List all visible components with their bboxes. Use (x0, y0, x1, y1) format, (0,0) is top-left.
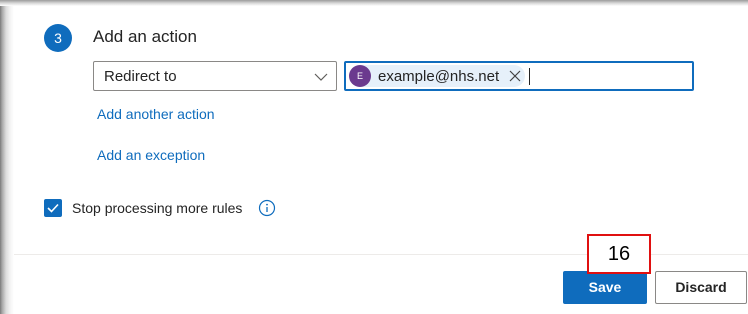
close-icon[interactable] (509, 70, 521, 82)
recipient-input[interactable]: E example@nhs.net (344, 61, 694, 91)
recipient-email: example@nhs.net (378, 68, 500, 85)
save-button[interactable]: Save (563, 271, 647, 304)
action-type-value: Redirect to (104, 68, 177, 85)
step-marker-label: 16 (587, 234, 651, 274)
info-icon[interactable] (258, 199, 276, 217)
chevron-down-icon (314, 73, 328, 81)
rule-editor-panel: 3 Add an action Redirect to E example@nh… (0, 0, 748, 314)
panel-top-shadow (0, 0, 748, 6)
stop-processing-checkbox[interactable] (44, 199, 62, 217)
avatar: E (349, 65, 371, 87)
recipient-pill[interactable]: E example@nhs.net (349, 65, 525, 87)
panel-edge-shadow (0, 0, 14, 314)
step-number-badge: 3 (44, 24, 72, 52)
step-title: Add an action (93, 27, 197, 46)
stop-processing-label: Stop processing more rules (72, 200, 243, 216)
add-exception-link[interactable]: Add an exception (97, 147, 205, 163)
discard-button[interactable]: Discard (655, 271, 747, 304)
checkmark-icon (47, 203, 59, 213)
text-cursor (529, 68, 530, 85)
add-another-action-link[interactable]: Add another action (97, 106, 215, 122)
action-type-dropdown[interactable]: Redirect to (93, 61, 337, 91)
